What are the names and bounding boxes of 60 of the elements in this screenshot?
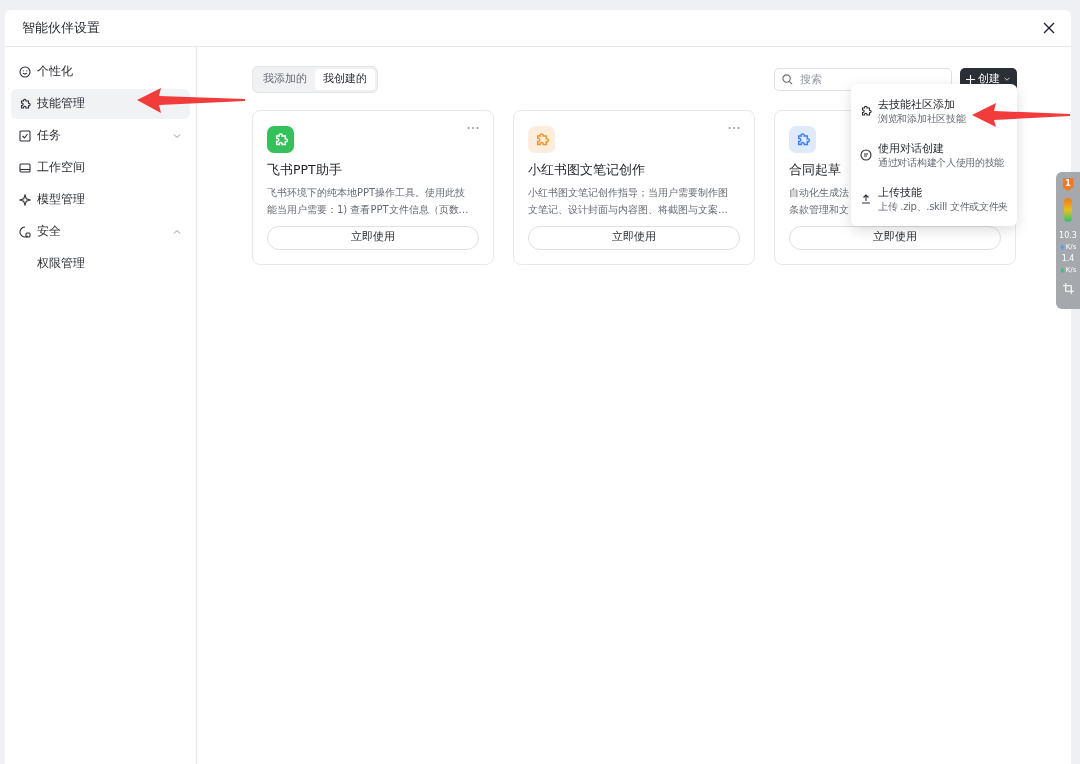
smile-icon xyxy=(19,66,31,78)
folder-icon xyxy=(19,162,31,174)
chat-icon xyxy=(860,149,872,161)
caret-icon xyxy=(1003,75,1011,84)
menu-item-subtitle: 通过对话构建个人使用的技能 xyxy=(878,156,1005,169)
skill-description: 自动化生成法 xyxy=(789,186,849,201)
download-rate: 1.4 xyxy=(1061,254,1075,263)
window-title: 智能伙伴设置 xyxy=(22,19,100,38)
skill-title: 飞书PPT助手 xyxy=(267,160,342,179)
skill-title: 小红书图文笔记创作 xyxy=(528,160,645,179)
gauge-icon xyxy=(1064,198,1072,222)
up-arrow-icon xyxy=(1059,244,1065,250)
menu-item[interactable]: 上传技能 上传 .zip、.skill 文件或文件夹 xyxy=(855,177,1013,221)
crop-icon[interactable] xyxy=(1062,283,1074,294)
skill-description: 小红书图文笔记创作指导；当用户需要制作图 xyxy=(528,186,728,201)
menu-item-title: 上传技能 xyxy=(878,185,923,200)
chevron-up-icon[interactable] xyxy=(172,227,182,237)
tab[interactable]: 我创建的 xyxy=(315,69,375,90)
sidebar-label: 个性化 xyxy=(37,63,73,81)
sidebar-item[interactable]: 模型管理 xyxy=(11,185,190,215)
sidebar-label: 任务 xyxy=(37,127,61,145)
skill-description: 飞书环境下的纯本地PPT操作工具。使用此技 xyxy=(267,186,466,201)
menu-item[interactable]: 去技能社区添加 浏览和添加社区技能 xyxy=(855,89,1013,133)
sidebar-item[interactable]: 安全 xyxy=(11,217,190,247)
puzzle-icon xyxy=(19,98,31,110)
sparkle-icon xyxy=(19,194,31,206)
menu-item-subtitle: 浏览和添加社区技能 xyxy=(878,112,966,125)
use-button[interactable]: 立即使用 xyxy=(789,225,1001,250)
puzzle-icon xyxy=(860,105,872,117)
skill-description: 能当用户需要：1) 查看PPT文件信息（页数… xyxy=(267,203,469,218)
more-icon[interactable] xyxy=(728,125,740,130)
sidebar-label: 工作空间 xyxy=(37,159,85,177)
sidebar-label: 安全 xyxy=(37,223,61,241)
menu-item[interactable]: 使用对话创建 通过对话构建个人使用的技能 xyxy=(855,133,1013,177)
chevron-down-icon[interactable] xyxy=(172,131,182,141)
down-arrow-icon xyxy=(1059,267,1065,273)
menu-item-title: 使用对话创建 xyxy=(878,141,945,156)
use-button[interactable]: 立即使用 xyxy=(267,225,479,250)
menu-item-title: 去技能社区添加 xyxy=(878,97,956,112)
checkbox-icon xyxy=(19,130,31,142)
close-icon[interactable] xyxy=(1043,22,1055,34)
sidebar-label: 技能管理 xyxy=(37,95,85,113)
badge-count: 1 xyxy=(1062,178,1074,191)
menu-item-subtitle: 上传 .zip、.skill 文件或文件夹 xyxy=(878,200,1009,213)
more-icon[interactable] xyxy=(467,125,479,130)
sidebar-item[interactable]: 工作空间 xyxy=(11,153,190,183)
upload-rate: 10.3 xyxy=(1059,231,1077,240)
sidebar-item[interactable]: 权限管理 xyxy=(11,249,190,279)
sidebar-label: 权限管理 xyxy=(37,255,85,273)
search-icon xyxy=(782,73,793,85)
skill-title: 合同起草 xyxy=(789,160,841,179)
skill-description: 条款管理和文 xyxy=(789,203,849,218)
skill-description: 文笔记、设计封面与内容图、将截图与文案… xyxy=(528,203,728,218)
sidebar-item[interactable]: 任务 xyxy=(11,121,190,151)
sidebar-item[interactable]: 个性化 xyxy=(11,57,190,87)
upload-icon xyxy=(860,193,872,205)
tab[interactable]: 我添加的 xyxy=(255,69,315,90)
sidebar-label: 模型管理 xyxy=(37,191,85,209)
use-button[interactable]: 立即使用 xyxy=(528,225,740,250)
sidebar-item[interactable]: 技能管理 xyxy=(11,89,190,119)
